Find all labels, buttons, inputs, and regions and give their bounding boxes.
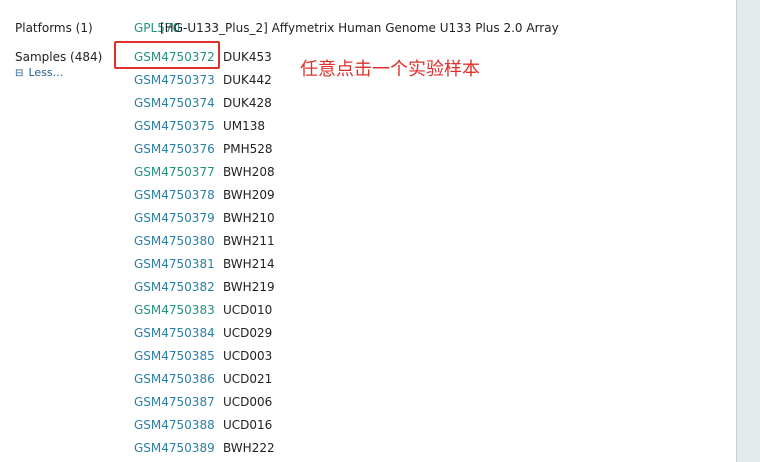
sample-row: GSM4750380 BWH211 (134, 234, 275, 250)
sample-name: BWH210 (223, 211, 275, 225)
sample-name: DUK453 (223, 50, 272, 64)
sample-accession-link[interactable]: GSM4750372 (134, 50, 215, 64)
sample-row: GSM4750373 DUK442 (134, 73, 272, 89)
sample-row: GSM4750387 UCD006 (134, 395, 272, 411)
less-link[interactable]: ⊟ Less... (15, 66, 63, 79)
sample-name: PMH528 (223, 142, 273, 156)
sample-name: BWH209 (223, 188, 275, 202)
sample-accession-link[interactable]: GSM4750389 (134, 441, 215, 455)
sample-accession-link[interactable]: GSM4750373 (134, 73, 215, 87)
sample-row: GSM4750374 DUK428 (134, 96, 272, 112)
sample-row: GSM4750383 UCD010 (134, 303, 272, 319)
sample-row: GSM4750384 UCD029 (134, 326, 272, 342)
sample-row: GSM4750385 UCD003 (134, 349, 272, 365)
sample-row: GSM4750381 BWH214 (134, 257, 275, 273)
sample-accession-link[interactable]: GSM4750376 (134, 142, 215, 156)
sample-name: UCD021 (223, 372, 273, 386)
sample-accession-link[interactable]: GSM4750388 (134, 418, 215, 432)
sample-accession-link[interactable]: GSM4750377 (134, 165, 215, 179)
sample-accession-link[interactable]: GSM4750380 (134, 234, 215, 248)
platforms-label: Platforms (1) (15, 21, 93, 35)
sample-name: UCD010 (223, 303, 273, 317)
sample-row: GSM4750386 UCD021 (134, 372, 272, 388)
instruction-annotation: 任意点击一个实验样本 (300, 59, 480, 80)
sample-accession-link[interactable]: GSM4750381 (134, 257, 215, 271)
right-side-panel (736, 0, 760, 462)
sample-name: UM138 (223, 119, 266, 133)
sample-accession-link[interactable]: GSM4750383 (134, 303, 215, 317)
sample-accession-link[interactable]: GSM4750375 (134, 119, 215, 133)
sample-row: GSM4750377 BWH208 (134, 165, 275, 181)
sample-name: BWH208 (223, 165, 275, 179)
sample-row: GSM4750372 DUK453 (134, 50, 272, 66)
sample-accession-link[interactable]: GSM4750374 (134, 96, 215, 110)
collapse-icon: ⊟ (15, 68, 24, 79)
less-label: Less... (28, 66, 64, 79)
sample-accession-link[interactable]: GSM4750384 (134, 326, 215, 340)
sample-name: BWH222 (223, 441, 275, 455)
sample-row: GSM4750388 UCD016 (134, 418, 272, 434)
sample-row: GSM4750389 BWH222 (134, 441, 275, 457)
sample-name: BWH211 (223, 234, 275, 248)
sample-accession-link[interactable]: GSM4750382 (134, 280, 215, 294)
sample-accession-link[interactable]: GSM4750387 (134, 395, 215, 409)
sample-name: BWH219 (223, 280, 275, 294)
sample-accession-link[interactable]: GSM4750379 (134, 211, 215, 225)
sample-row: GSM4750375 UM138 (134, 119, 265, 135)
sample-name: BWH214 (223, 257, 275, 271)
sample-name: UCD016 (223, 418, 273, 432)
geo-series-page: Platforms (1) GPL570 [HG-U133_Plus_2] Af… (0, 0, 736, 462)
sample-row: GSM4750376 PMH528 (134, 142, 273, 158)
sample-name: DUK428 (223, 96, 272, 110)
sample-accession-link[interactable]: GSM4750385 (134, 349, 215, 363)
sample-name: UCD006 (223, 395, 273, 409)
samples-label: Samples (484) (15, 50, 103, 64)
sample-row: GSM4750378 BWH209 (134, 188, 275, 204)
sample-accession-link[interactable]: GSM4750378 (134, 188, 215, 202)
sample-accession-link[interactable]: GSM4750386 (134, 372, 215, 386)
sample-row: GSM4750382 BWH219 (134, 280, 275, 296)
sample-name: UCD029 (223, 326, 273, 340)
platform-description: [HG-U133_Plus_2] Affymetrix Human Genome… (160, 21, 559, 35)
sample-name: UCD003 (223, 349, 273, 363)
sample-row: GSM4750379 BWH210 (134, 211, 275, 227)
sample-name: DUK442 (223, 73, 272, 87)
